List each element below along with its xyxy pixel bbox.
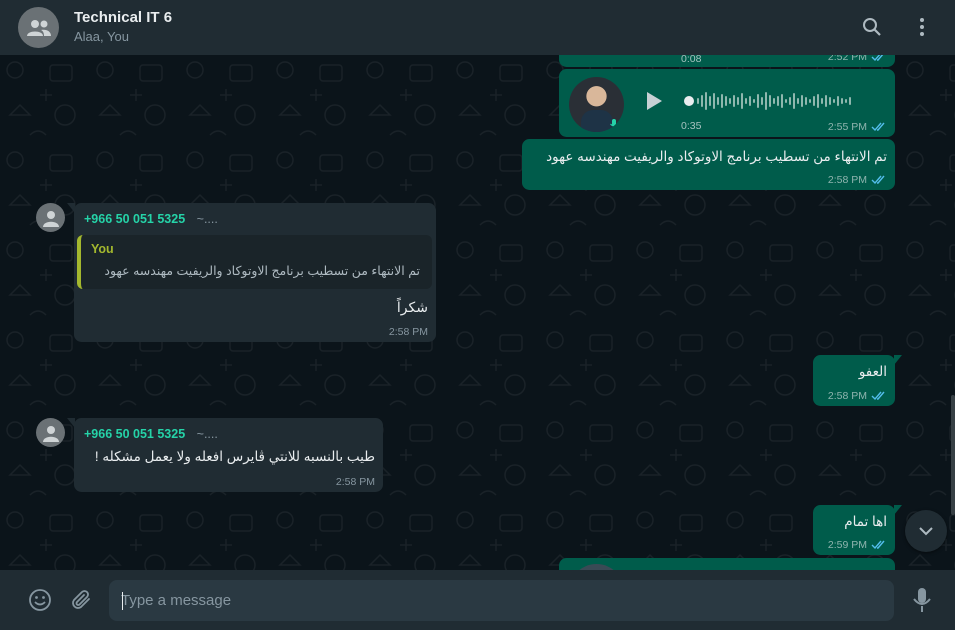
sender-avatar[interactable]	[36, 418, 65, 447]
sender-phone: +966 50 051 5325	[84, 427, 186, 441]
quote-author: You	[91, 242, 114, 256]
waveform-bars	[684, 92, 851, 110]
outgoing-text-message[interactable]: العفو 2:58 PM	[813, 355, 895, 406]
whatsapp-chat-window: Technical IT 6 Alaa, You 0:08 2:52 PM 0:…	[0, 0, 955, 630]
message-text: طيب بالنسبه للانتي ڤايرس افعله ولا يعمل …	[94, 449, 375, 464]
chat-participants: Alaa, You	[74, 29, 129, 44]
sender-profile-photo	[569, 77, 624, 132]
scroll-to-bottom-button[interactable]	[905, 510, 947, 552]
message-text: اها تمام	[844, 514, 887, 529]
microphone-icon	[610, 119, 618, 127]
play-icon	[647, 92, 662, 110]
emoji-icon	[29, 589, 51, 611]
message-time: 2:58 PM	[335, 476, 375, 488]
double-check-icon	[871, 391, 885, 401]
double-check-icon	[871, 122, 885, 132]
message-meta: 2:59 PM	[828, 539, 887, 551]
message-time: 2:55 PM	[827, 121, 867, 133]
quoted-message[interactable]: You تم الانتهاء من تسطيب برنامج الاوتوكا…	[77, 235, 432, 289]
outgoing-text-message[interactable]: تم الانتهاء من تسطيب برنامج الاوتوكاد وا…	[522, 139, 895, 190]
message-time: 2:52 PM	[827, 55, 867, 63]
chevron-down-icon	[919, 527, 933, 536]
menu-button[interactable]	[909, 14, 935, 40]
bubble-tail	[894, 355, 902, 365]
chat-header: Technical IT 6 Alaa, You	[0, 0, 955, 55]
message-time: 2:58 PM	[827, 390, 867, 402]
message-composer	[0, 570, 955, 630]
group-icon	[26, 19, 51, 36]
emoji-button[interactable]	[27, 587, 53, 613]
voice-message[interactable]	[559, 558, 895, 570]
quote-text: تم الانتهاء من تسطيب برنامج الاوتوكاد وا…	[104, 264, 420, 278]
message-time: 2:59 PM	[827, 539, 867, 551]
message-input[interactable]	[109, 580, 894, 621]
chat-title[interactable]: Technical IT 6	[74, 9, 172, 26]
sender-name[interactable]: +966 50 051 5325 ~....	[84, 427, 218, 441]
kebab-menu-icon	[920, 18, 924, 36]
voice-message[interactable]: 0:08 2:52 PM	[559, 55, 895, 67]
sender-avatar[interactable]	[36, 203, 65, 232]
message-meta: 2:58 PM	[828, 174, 887, 186]
text-cursor	[122, 592, 123, 610]
incoming-text-message[interactable]: +966 50 051 5325 ~.... طيب بالنسبه للانت…	[74, 418, 383, 492]
message-text: تم الانتهاء من تسطيب برنامج الاوتوكاد وا…	[546, 149, 887, 164]
bubble-tail	[894, 505, 902, 515]
search-button[interactable]	[859, 14, 885, 40]
message-time: 2:58 PM	[827, 174, 867, 186]
voice-message[interactable]: 0:35 2:55 PM	[559, 69, 895, 137]
outgoing-text-message[interactable]: اها تمام 2:59 PM	[813, 505, 895, 555]
double-check-icon	[871, 540, 885, 550]
play-button[interactable]	[641, 89, 665, 113]
paperclip-icon	[72, 590, 90, 609]
voice-duration: 0:08	[681, 55, 702, 65]
person-icon	[42, 425, 59, 442]
voice-duration: 0:35	[681, 120, 702, 132]
message-time: 2:58 PM	[388, 326, 428, 338]
sender-alias: ~....	[196, 427, 218, 441]
message-meta: 2:55 PM	[828, 121, 887, 133]
sender-name[interactable]: +966 50 051 5325 ~....	[84, 212, 218, 226]
chat-scrollbar[interactable]	[951, 395, 955, 515]
message-text: العفو	[858, 364, 887, 379]
message-list[interactable]: 0:08 2:52 PM 0:35 2:55 PM تم الانتهاء من…	[0, 55, 955, 570]
message-meta: 2:58 PM	[828, 390, 887, 402]
sender-alias: ~....	[196, 212, 218, 226]
message-text: شكراً	[396, 299, 428, 315]
search-icon	[863, 18, 881, 36]
double-check-icon	[871, 55, 884, 62]
voice-record-button[interactable]	[909, 587, 935, 613]
microphone-icon	[913, 588, 931, 612]
double-check-icon	[871, 175, 885, 185]
sender-phone: +966 50 051 5325	[84, 212, 186, 226]
group-avatar[interactable]	[18, 7, 59, 48]
voice-waveform[interactable]	[683, 87, 873, 115]
message-meta: 2:52 PM	[828, 55, 887, 63]
person-icon	[42, 210, 59, 227]
message-meta: 2:58 PM	[389, 326, 428, 338]
attach-button[interactable]	[68, 587, 94, 613]
incoming-reply-message[interactable]: +966 50 051 5325 ~.... You تم الانتهاء م…	[74, 203, 436, 342]
message-meta: 2:58 PM	[336, 476, 375, 488]
